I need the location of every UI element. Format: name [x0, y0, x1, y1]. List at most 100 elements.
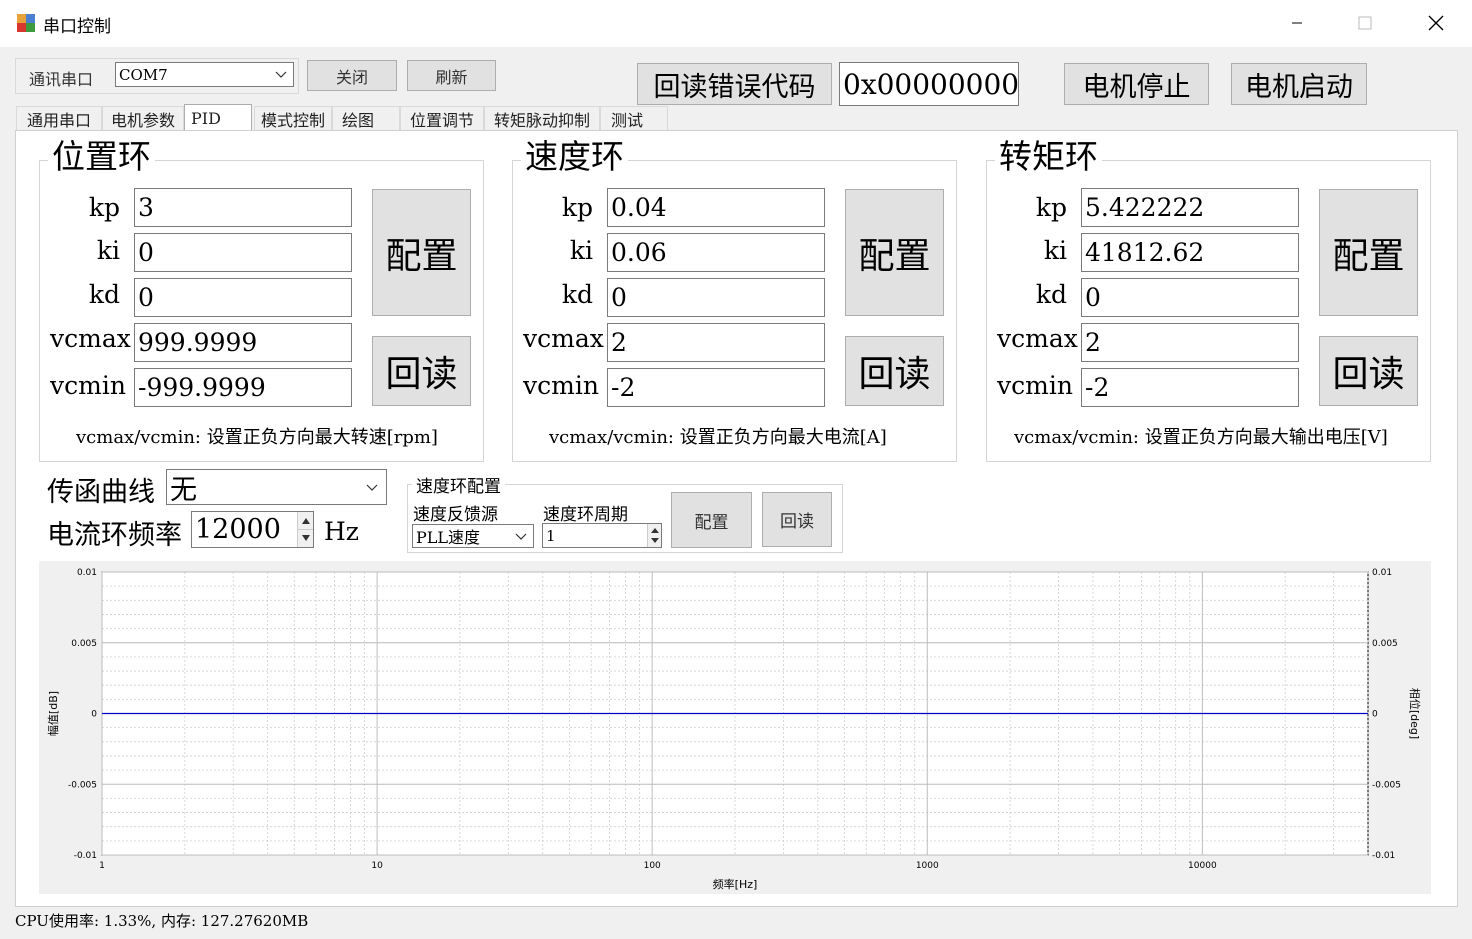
vcmax-label: vcmax — [50, 324, 131, 353]
tab-pid[interactable]: PID — [184, 104, 252, 131]
tab-test[interactable]: 测试 — [600, 106, 668, 130]
y2-tick-label: 0.01 — [1372, 568, 1392, 578]
close-icon — [1428, 15, 1444, 31]
transfer-curve-select[interactable]: 无 — [166, 469, 387, 505]
tab-mode-control[interactable]: 模式控制 — [254, 106, 332, 130]
kp-label: kp — [88, 193, 120, 222]
x-tick-label: 10 — [371, 861, 383, 871]
tab-torque-ripple[interactable]: 转矩脉动抑制 — [484, 106, 600, 130]
speed-cfg-readback-button[interactable]: 回读 — [762, 492, 832, 547]
x-tick-label: 100 — [644, 861, 661, 871]
position-ki-input[interactable]: 0 — [134, 233, 352, 272]
ki-label: ki — [1043, 236, 1067, 265]
chevron-down-icon — [515, 533, 527, 540]
motor-stop-button[interactable]: 电机停止 — [1064, 63, 1209, 105]
torque-kp-input[interactable]: 5.422222 — [1081, 188, 1299, 227]
current-freq-stepper[interactable]: 12000 — [191, 511, 314, 548]
y2-tick-label: -0.01 — [1372, 851, 1395, 861]
chevron-down-icon — [275, 71, 287, 78]
kp-label: kp — [1035, 193, 1067, 222]
speed-loop-title: 速度环 — [521, 139, 628, 175]
tab-motor-params[interactable]: 电机参数 — [102, 106, 184, 130]
speed-config-button[interactable]: 配置 — [845, 189, 944, 316]
tab-serial[interactable]: 通用串口 — [16, 106, 102, 130]
feedback-source-label: 速度反馈源 — [413, 505, 498, 525]
kd-label: kd — [561, 280, 593, 309]
readback-error-button[interactable]: 回读错误代码 — [637, 63, 832, 105]
maximize-button[interactable] — [1342, 8, 1388, 38]
transfer-curve-label: 传函曲线 — [47, 477, 155, 508]
refresh-button[interactable]: 刷新 — [407, 60, 496, 91]
feedback-source-select[interactable]: PLL速度 — [412, 524, 534, 548]
position-readback-button[interactable]: 回读 — [372, 336, 471, 406]
torque-vcmin-input[interactable]: -2 — [1081, 368, 1299, 407]
x-axis-label: 频率[Hz] — [713, 877, 758, 891]
port-select[interactable]: COM7 — [115, 62, 294, 87]
window-title: 串口控制 — [43, 17, 111, 37]
position-loop-title: 位置环 — [48, 139, 155, 175]
title-bar: 串口控制 — [0, 0, 1472, 47]
motor-start-button[interactable]: 电机启动 — [1231, 63, 1367, 105]
stepper-arrows[interactable] — [297, 512, 313, 547]
vcmin-label: vcmin — [50, 371, 126, 400]
y2-tick-label: -0.005 — [1372, 780, 1401, 790]
close-port-button[interactable]: 关闭 — [307, 60, 397, 91]
current-freq-value: 12000 — [195, 514, 281, 545]
torque-note: vcmax/vcmin: 设置正负方向最大输出电压[V] — [1014, 427, 1388, 448]
speed-vcmin-input[interactable]: -2 — [607, 368, 825, 407]
speed-readback-button[interactable]: 回读 — [845, 336, 944, 406]
feedback-source-value: PLL速度 — [416, 528, 481, 547]
tab-plot[interactable]: 绘图 — [332, 106, 400, 130]
position-config-button[interactable]: 配置 — [372, 189, 471, 316]
torque-vcmax-input[interactable]: 2 — [1081, 323, 1299, 362]
y-tick-label: -0.005 — [68, 780, 97, 790]
speed-note: vcmax/vcmin: 设置正负方向最大电流[A] — [549, 427, 887, 448]
speed-period-stepper[interactable]: 1 — [542, 523, 662, 548]
position-kp-input[interactable]: 3 — [134, 188, 352, 227]
error-code-field[interactable]: 0x00000000 — [839, 62, 1019, 106]
stepper-arrows[interactable] — [647, 524, 661, 547]
close-button[interactable] — [1413, 8, 1459, 38]
torque-kd-input[interactable]: 0 — [1081, 278, 1299, 317]
y-axis-label: 幅值[dB] — [47, 691, 60, 736]
speed-vcmax-input[interactable]: 2 — [607, 323, 825, 362]
ki-label: ki — [569, 236, 593, 265]
kd-label: kd — [1035, 280, 1067, 309]
y2-tick-label: 0.005 — [1372, 639, 1398, 649]
port-value: COM7 — [119, 65, 168, 84]
tab-position-adjust[interactable]: 位置调节 — [400, 106, 484, 130]
hz-unit-label: Hz — [324, 517, 359, 546]
speed-kd-input[interactable]: 0 — [607, 278, 825, 317]
position-vcmax-input[interactable]: 999.9999 — [134, 323, 352, 362]
speed-config-title: 速度环配置 — [412, 472, 505, 497]
transfer-curve-value: 无 — [170, 474, 197, 505]
y-tick-label: 0.005 — [71, 639, 97, 649]
position-vcmin-input[interactable]: -999.9999 — [134, 368, 352, 407]
speed-ki-input[interactable]: 0.06 — [607, 233, 825, 272]
speed-cfg-config-button[interactable]: 配置 — [671, 492, 752, 548]
port-label: 通讯串口 — [29, 70, 94, 89]
torque-config-button[interactable]: 配置 — [1319, 189, 1418, 316]
vcmin-label: vcmin — [997, 371, 1073, 400]
y2-tick-label: 0 — [1372, 710, 1378, 720]
torque-loop-title: 转矩环 — [995, 139, 1102, 175]
y-tick-label: 0 — [91, 710, 97, 720]
torque-readback-button[interactable]: 回读 — [1319, 336, 1418, 406]
up-down-arrows-icon — [298, 518, 313, 541]
minimize-icon — [1292, 22, 1302, 24]
vcmax-label: vcmax — [997, 324, 1078, 353]
up-down-arrows-icon — [651, 528, 659, 543]
position-kd-input[interactable]: 0 — [134, 278, 352, 317]
x-tick-label: 1 — [99, 861, 105, 871]
y2-axis-label: 相位[deg] — [1408, 688, 1422, 739]
app-icon — [16, 13, 36, 33]
speed-period-value: 1 — [546, 526, 556, 545]
speed-period-label: 速度环周期 — [543, 505, 628, 525]
current-freq-label: 电流环频率 — [47, 520, 182, 551]
minimize-button[interactable] — [1274, 8, 1320, 38]
x-tick-label: 10000 — [1188, 861, 1217, 871]
speed-kp-input[interactable]: 0.04 — [607, 188, 825, 227]
y-tick-label: -0.01 — [74, 851, 97, 861]
ki-label: ki — [96, 236, 120, 265]
torque-ki-input[interactable]: 41812.62 — [1081, 233, 1299, 272]
